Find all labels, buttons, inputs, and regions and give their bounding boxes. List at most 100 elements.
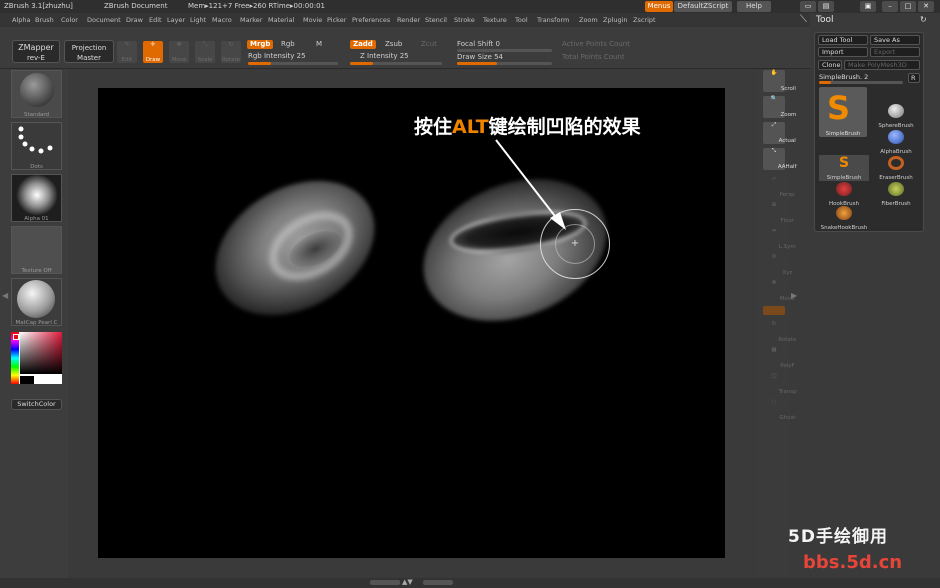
zadd-toggle[interactable]: Zadd (350, 40, 376, 49)
scale-orange-toggle[interactable] (763, 306, 785, 315)
projection-master-button[interactable]: Projection Master (64, 40, 114, 63)
export-button[interactable]: Export (870, 47, 920, 57)
move-mode-button[interactable]: ✥ Move (169, 41, 189, 63)
mrgb-toggle[interactable]: Mrgb (247, 40, 274, 49)
menu-zplugin[interactable]: Zplugin (603, 13, 628, 27)
minimize-icon[interactable]: – (882, 1, 898, 12)
m-toggle[interactable]: M (316, 40, 322, 49)
switch-color-button[interactable]: SwitchColor (11, 399, 62, 410)
menu-macro[interactable]: Macro (212, 13, 232, 27)
close-icon[interactable]: ✕ (918, 1, 934, 12)
total-points-count: Total Points Count (562, 53, 625, 61)
rotate-mode-button[interactable]: ↻ Rotate (221, 41, 241, 63)
menu-movie[interactable]: Movie (303, 13, 322, 27)
menu-draw[interactable]: Draw (126, 13, 143, 27)
lsym-button[interactable]: ⇔ L.Sym (763, 228, 796, 250)
tool-fiber-brush[interactable]: FiberBrush (871, 181, 921, 207)
focal-shift-slider[interactable] (457, 49, 552, 52)
help-button[interactable]: Help (737, 1, 771, 12)
tool-box: Load Tool Save As Import Export Clone Ma… (814, 32, 924, 232)
menus-button[interactable]: Menus (645, 1, 673, 12)
bottom-scroll-left[interactable] (370, 580, 400, 585)
menu-edit[interactable]: Edit (149, 13, 162, 27)
saturation-box[interactable] (20, 332, 62, 374)
menu-layer[interactable]: Layer (167, 13, 185, 27)
menu-stencil[interactable]: Stencil (425, 13, 447, 27)
bottom-collapse-icon[interactable]: ▲▼ (402, 578, 413, 586)
menu-light[interactable]: Light (190, 13, 206, 27)
restore-icon[interactable]: ▭ (800, 1, 816, 12)
edit-mode-button[interactable]: ✎ Edit (117, 41, 137, 63)
menu-transform[interactable]: Transform (537, 13, 569, 27)
move-button[interactable]: ✥ Move (763, 280, 795, 302)
aahalf-button[interactable]: ⤡ AAHalf (763, 148, 797, 170)
texture-slot[interactable]: Texture Off (11, 226, 62, 274)
right-collapse-icon[interactable]: ▶ (791, 291, 797, 307)
refresh-icon[interactable]: ↻ (920, 15, 927, 24)
save-as-button[interactable]: Save As (870, 35, 920, 45)
draw-mode-button[interactable]: ✛ Draw (143, 41, 163, 63)
menu-stroke[interactable]: Stroke (454, 13, 475, 27)
left-collapse-icon[interactable]: ◀ (2, 291, 8, 307)
ghost-button[interactable]: ◌ Ghost (763, 399, 796, 421)
tool-simple-brush[interactable]: S SimpleBrush (819, 155, 869, 181)
reset-button[interactable]: R (908, 73, 920, 83)
menu-tool[interactable]: Tool (515, 13, 528, 27)
tool-eraser-brush[interactable]: EraserBrush (871, 155, 921, 181)
zmapper-button[interactable]: ZMapper rev-E (12, 40, 60, 63)
menu-zoom[interactable]: Zoom (579, 13, 598, 27)
zsub-toggle[interactable]: Zsub (385, 40, 402, 49)
tool-snakehook-brush[interactable]: SnakeHookBrush (819, 205, 869, 231)
scroll-button[interactable]: ✋ Scroll (763, 70, 796, 92)
persp-button[interactable]: ▱ Persp (763, 176, 795, 198)
menu-zscript[interactable]: Zscript (633, 13, 656, 27)
subtool-slider[interactable] (819, 81, 903, 84)
transp-button[interactable]: ◫ Transp (763, 373, 796, 395)
menu-material[interactable]: Material (268, 13, 294, 27)
stroke-slot-label: Dots (30, 164, 43, 170)
main-color-swatch[interactable] (13, 334, 19, 340)
secondary-color-swatch[interactable] (20, 376, 34, 384)
brush-slot[interactable]: Standard (11, 70, 62, 118)
rotate-mode-label: Rotate (221, 57, 240, 63)
make-polymesh-button[interactable]: Make PolyMesh3D (844, 60, 920, 70)
menu-color[interactable]: Color (61, 13, 78, 27)
menu-texture[interactable]: Texture (483, 13, 507, 27)
clone-button[interactable]: Clone (818, 60, 842, 70)
menu-alpha[interactable]: Alpha (12, 13, 30, 27)
rgb-intensity-fill (248, 62, 271, 65)
zcut-toggle[interactable]: Zcut (421, 40, 437, 49)
alpha-slot[interactable]: Alpha 01 (11, 174, 62, 222)
stroke-slot[interactable]: Dots (11, 122, 62, 170)
scale-mode-button[interactable]: ⤡ Scale (195, 41, 215, 63)
floor-label: Floor (780, 218, 795, 224)
tool-sphere-brush[interactable]: SphereBrush (871, 103, 921, 129)
material-slot[interactable]: MatCap Pearl C (11, 278, 62, 326)
zoom-button[interactable]: 🔍 Zoom (763, 96, 796, 118)
menu-brush[interactable]: Brush (35, 13, 54, 27)
xyz-button[interactable]: ✣ Xyz (763, 254, 793, 276)
menu-picker[interactable]: Picker (327, 13, 346, 27)
polyf-button[interactable]: ▦ PolyF (763, 347, 794, 369)
save-icon[interactable]: ▣ (860, 1, 876, 12)
floor-button[interactable]: ⊞ Floor (763, 202, 794, 224)
rotate-button[interactable]: ↻ Rotate (763, 321, 797, 343)
bottom-scroll-right[interactable] (423, 580, 453, 585)
actual-button[interactable]: ⤢ Actual (763, 122, 796, 144)
current-tool-thumb[interactable]: S SimpleBrush (819, 87, 867, 137)
menu-render[interactable]: Render (397, 13, 420, 27)
load-tool-button[interactable]: Load Tool (818, 35, 868, 45)
import-button[interactable]: Import (818, 47, 868, 57)
document-canvas[interactable]: + 按住ALT键绘制凹陷的效果 (98, 88, 725, 558)
tool-hook-brush[interactable]: HookBrush (819, 181, 869, 207)
tool-alpha-brush[interactable]: AlphaBrush (871, 129, 921, 155)
color-picker[interactable] (11, 332, 62, 384)
rgb-toggle[interactable]: Rgb (281, 40, 295, 49)
default-zscript-button[interactable]: DefaultZScript (674, 1, 732, 12)
tool-panel-grip-icon[interactable]: ⟍ (800, 14, 807, 25)
menu-preferences[interactable]: Preferences (352, 13, 390, 27)
layout-icon[interactable]: ▤ (818, 1, 834, 12)
menu-document[interactable]: Document (87, 13, 121, 27)
maximize-icon[interactable]: □ (900, 1, 916, 12)
menu-marker[interactable]: Marker (240, 13, 262, 27)
